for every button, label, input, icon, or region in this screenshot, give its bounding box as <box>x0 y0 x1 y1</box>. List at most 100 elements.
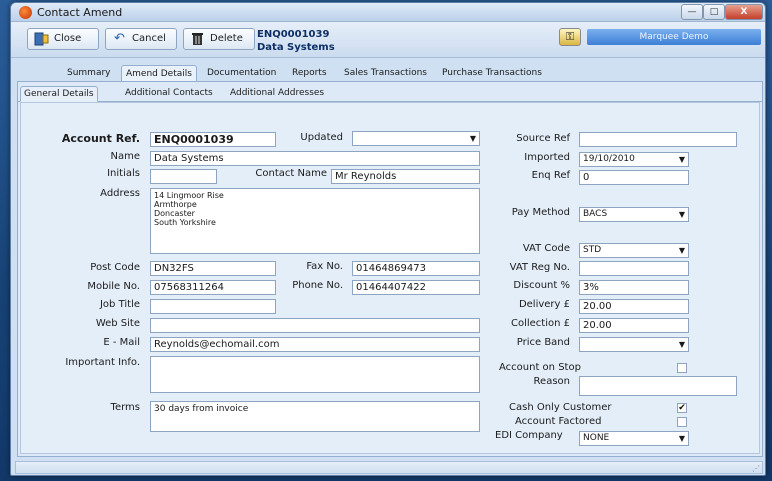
tab-documentation[interactable]: Documentation <box>205 65 278 81</box>
cancel-button-label: Cancel <box>132 33 166 44</box>
email-field[interactable]: Reynolds@echomail.com <box>150 337 480 352</box>
discount-field[interactable]: 3% <box>579 280 689 295</box>
toolbar: Close ↶ Cancel Delete ENQ0001039 Data Sy… <box>11 22 765 58</box>
reason-field[interactable] <box>579 376 737 396</box>
contact-amend-window: Contact Amend — □ X Close ↶ Cancel Delet… <box>10 2 766 476</box>
address-field[interactable]: 14 Lingmoor Rise Armthorpe Doncaster Sou… <box>150 188 480 254</box>
title-bar[interactable]: Contact Amend — □ X <box>11 3 765 22</box>
vat-reg-field[interactable] <box>579 261 689 276</box>
general-details-form: Account Ref. ENQ0001039 Updated ▼ Name D… <box>20 102 760 454</box>
post-code-label: Post Code <box>90 262 140 273</box>
pay-method-label: Pay Method <box>511 207 570 218</box>
vat-reg-label: VAT Reg No. <box>509 262 570 273</box>
app-icon <box>19 6 32 19</box>
record-ref: ENQ0001039 <box>257 29 330 40</box>
imported-label: Imported <box>524 152 570 163</box>
mobile-field[interactable]: 07568311264 <box>150 280 276 295</box>
important-info-field[interactable] <box>150 356 480 393</box>
check-mark-icon: ✔ <box>678 403 686 413</box>
tab-general-details[interactable]: General Details <box>20 86 98 102</box>
cancel-button[interactable]: ↶ Cancel <box>105 28 177 50</box>
delivery-label: Delivery £ <box>518 299 570 310</box>
amend-details-panel: General Details Additional Contacts Addi… <box>17 81 763 457</box>
company-banner: Marquee Demo <box>587 29 761 45</box>
dropdown-arrow-icon: ▼ <box>678 340 685 349</box>
source-ref-field[interactable] <box>579 132 737 147</box>
contact-name-field[interactable]: Mr Reynolds <box>331 169 480 184</box>
maximize-button[interactable]: □ <box>703 4 725 20</box>
tab-additional-addresses[interactable]: Additional Addresses <box>227 86 327 102</box>
updated-label: Updated <box>300 132 343 143</box>
pay-method-select[interactable]: BACS ▼ <box>579 207 689 222</box>
window-close-button[interactable]: X <box>725 4 763 20</box>
terms-label: Terms <box>110 402 140 413</box>
enq-ref-label: Enq Ref <box>531 170 570 181</box>
tab-purchase-transactions[interactable]: Purchase Transactions <box>440 65 544 81</box>
price-band-label: Price Band <box>516 337 570 348</box>
initials-field[interactable] <box>150 169 217 184</box>
minimize-button[interactable]: — <box>681 4 703 20</box>
important-info-label: Important Info. <box>65 357 140 368</box>
contact-name-label: Contact Name <box>255 168 327 179</box>
edi-company-select[interactable]: NONE ▼ <box>579 431 689 446</box>
account-on-stop-label: Account on Stop <box>499 362 581 373</box>
enq-ref-field[interactable]: 0 <box>579 170 689 185</box>
post-code-field[interactable]: DN32FS <box>150 261 276 276</box>
account-factored-checkbox[interactable] <box>677 417 687 427</box>
price-band-select[interactable]: ▼ <box>579 337 689 352</box>
exit-door-icon <box>34 32 49 46</box>
job-title-label: Job Title <box>99 299 140 310</box>
vat-code-label: VAT Code <box>522 243 570 254</box>
tab-summary[interactable]: Summary <box>65 65 113 81</box>
source-ref-label: Source Ref <box>516 133 570 144</box>
dropdown-arrow-icon: ▼ <box>678 434 685 443</box>
close-button[interactable]: Close <box>27 28 99 50</box>
resize-grip-icon[interactable]: ⋰ <box>752 464 760 473</box>
tab-sales-transactions[interactable]: Sales Transactions <box>342 65 429 81</box>
updated-select[interactable]: ▼ <box>352 131 480 146</box>
email-label: E - Mail <box>103 337 140 348</box>
delete-button[interactable]: Delete <box>183 28 255 50</box>
dropdown-arrow-icon: ▼ <box>469 134 476 143</box>
dropdown-arrow-icon: ▼ <box>678 155 685 164</box>
status-bar: ⋰ <box>15 461 763 474</box>
account-on-stop-checkbox[interactable] <box>677 363 687 373</box>
account-ref-field[interactable]: ENQ0001039 <box>150 132 276 147</box>
collection-field[interactable]: 20.00 <box>579 318 689 333</box>
discount-label: Discount % <box>513 280 570 291</box>
imported-select[interactable]: 19/10/2010 ▼ <box>579 152 689 167</box>
tab-additional-contacts[interactable]: Additional Contacts <box>122 86 216 102</box>
vat-code-value: STD <box>583 245 602 255</box>
desktop-background: Contact Amend — □ X Close ↶ Cancel Delet… <box>0 0 772 481</box>
collection-label: Collection £ <box>510 318 570 329</box>
reason-label: Reason <box>533 376 570 387</box>
dropdown-arrow-icon: ▼ <box>678 210 685 219</box>
record-name: Data Systems <box>257 42 335 53</box>
vat-code-select[interactable]: STD ▼ <box>579 243 689 258</box>
tab-reports[interactable]: Reports <box>290 65 329 81</box>
phone-field[interactable]: 01464407422 <box>352 280 480 295</box>
delivery-field[interactable]: 20.00 <box>579 299 689 314</box>
initials-label: Initials <box>107 168 140 179</box>
terms-field[interactable]: 30 days from invoice <box>150 401 480 432</box>
account-ref-label: Account Ref. <box>61 132 140 145</box>
fax-field[interactable]: 01464869473 <box>352 261 480 276</box>
name-label: Name <box>110 151 140 162</box>
dropdown-arrow-icon: ▼ <box>678 246 685 255</box>
cash-only-label: Cash Only Customer <box>509 402 612 413</box>
record-header: ENQ0001039 Data Systems <box>257 28 335 54</box>
keys-icon[interactable]: ⚿ <box>559 28 581 46</box>
phone-label: Phone No. <box>292 280 343 291</box>
web-site-field[interactable] <box>150 318 480 333</box>
undo-arrow-icon: ↶ <box>114 31 125 46</box>
close-button-label: Close <box>54 33 82 44</box>
name-field[interactable]: Data Systems <box>150 151 480 166</box>
job-title-field[interactable] <box>150 299 276 314</box>
cash-only-checkbox[interactable]: ✔ <box>677 403 687 413</box>
tab-amend-details[interactable]: Amend Details <box>121 65 197 81</box>
sub-tab-bar: General Details Additional Contacts Addi… <box>18 84 762 102</box>
address-label: Address <box>100 188 140 199</box>
edi-company-label: EDI Company <box>495 430 563 441</box>
trash-bin-icon <box>190 32 205 46</box>
imported-value: 19/10/2010 <box>583 154 635 164</box>
